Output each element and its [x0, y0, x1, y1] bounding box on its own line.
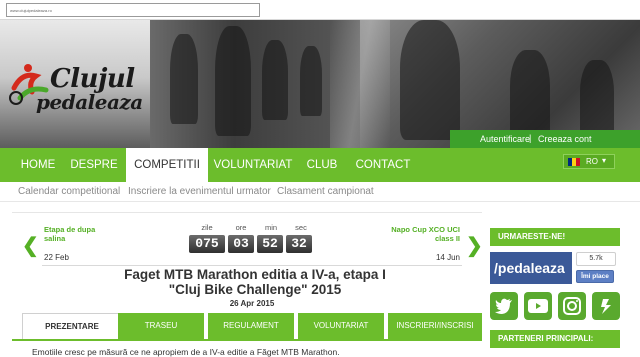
- next-event-name[interactable]: Napo Cup XCO UCI class II: [382, 225, 460, 243]
- tab-voluntariat[interactable]: VOLUNTARIAT: [298, 313, 384, 339]
- facebook-page-name: /pedaleaza: [494, 260, 565, 276]
- auth-separator: |: [529, 133, 532, 143]
- event-panel: ❮ Etapa de dupa salina 22 Feb zile ore m…: [12, 212, 483, 357]
- instagram-icon[interactable]: [558, 292, 586, 320]
- countdown-hours: 03: [228, 235, 254, 253]
- nav-contact[interactable]: CONTACT: [350, 148, 416, 182]
- register-link[interactable]: Creeaza cont: [538, 134, 592, 144]
- youtube-icon[interactable]: [524, 292, 552, 320]
- rider-figure: [580, 60, 614, 140]
- like-count: 5.7k: [576, 252, 616, 266]
- subnav-clasament[interactable]: Clasament campionat: [277, 186, 374, 197]
- next-event-date: 14 Jun: [435, 253, 460, 262]
- facebook-page-link[interactable]: /pedaleaza: [490, 252, 572, 284]
- language-code: RO: [586, 157, 598, 166]
- chevron-left-icon[interactable]: ❮: [22, 233, 39, 258]
- prev-event-name[interactable]: Etapa de dupa salina: [44, 225, 104, 243]
- subnav-inscriere[interactable]: Inscriere la evenimentul urmator: [128, 186, 271, 197]
- site-logo[interactable]: Clujul pedaleaza: [6, 58, 146, 128]
- nav-competitii[interactable]: COMPETITII: [126, 148, 208, 182]
- romania-flag-icon: [568, 158, 580, 166]
- like-button[interactable]: Îmi place: [576, 270, 614, 283]
- browser-bar: www.clujulpedaleaza.ro: [0, 0, 640, 20]
- auth-bar: Autentificare | Creeaza cont: [450, 130, 640, 148]
- rider-figure: [262, 40, 288, 120]
- nav-voluntariat[interactable]: VOLUNTARIAT: [212, 148, 294, 182]
- event-tabs: PREZENTARE TRASEU REGULAMENT VOLUNTARIAT…: [12, 313, 482, 339]
- partners-heading: PARTENERI PRINCIPALI:: [490, 330, 620, 348]
- header-banner: Clujul pedaleaza Autentificare | Creeaza…: [0, 20, 640, 148]
- subnav-calendar[interactable]: Calendar competitional: [18, 186, 120, 197]
- login-link[interactable]: Autentificare: [480, 134, 530, 144]
- prev-event-date: 22 Feb: [44, 253, 69, 262]
- countdown-label-days: zile: [201, 223, 213, 232]
- countdown-days: 075: [189, 235, 225, 253]
- event-date: 26 Apr 2015: [229, 299, 275, 308]
- language-select[interactable]: RO ▾: [563, 154, 615, 169]
- photo-divider: [330, 20, 390, 148]
- countdown-minutes: 52: [257, 235, 283, 253]
- countdown-label-hours: ore: [235, 223, 247, 232]
- rider-figure: [300, 46, 322, 116]
- countdown-labels: zile ore min sec: [189, 223, 319, 233]
- rider-figure: [400, 20, 460, 140]
- timeline-track: [42, 265, 462, 266]
- countdown-label-seconds: sec: [295, 223, 307, 232]
- rider-figure: [510, 50, 550, 140]
- twitter-icon[interactable]: [490, 292, 518, 320]
- strava-icon[interactable]: [592, 292, 620, 320]
- address-bar[interactable]: www.clujulpedaleaza.ro: [6, 3, 260, 17]
- event-title: Faget MTB Marathon editia a IV-a, etapa …: [124, 267, 386, 297]
- chevron-down-icon: ▾: [602, 156, 607, 165]
- countdown-label-minutes: min: [264, 223, 278, 232]
- tab-inscrieri[interactable]: INSCRIERI/INSCRISI: [388, 313, 482, 339]
- nav-home[interactable]: HOME: [14, 148, 62, 182]
- nav-despre[interactable]: DESPRE: [66, 148, 122, 182]
- tab-regulament[interactable]: REGULAMENT: [208, 313, 294, 339]
- follow-heading: URMARESTE-NE!: [490, 228, 620, 246]
- sub-nav: Calendar competitional Inscriere la even…: [0, 182, 640, 202]
- rider-figure: [170, 34, 198, 124]
- tab-traseu[interactable]: TRASEU: [118, 313, 204, 339]
- main-nav: HOME DESPRE COMPETITII VOLUNTARIAT CLUB …: [0, 148, 640, 182]
- logo-text-line2: pedaleaza: [36, 90, 143, 114]
- rider-figure: [215, 26, 251, 136]
- tab-prezentare[interactable]: PREZENTARE: [22, 313, 122, 339]
- nav-club[interactable]: CLUB: [300, 148, 344, 182]
- countdown-seconds: 32: [286, 235, 312, 253]
- tab-underline: [12, 339, 482, 341]
- chevron-right-icon[interactable]: ❯: [466, 233, 483, 258]
